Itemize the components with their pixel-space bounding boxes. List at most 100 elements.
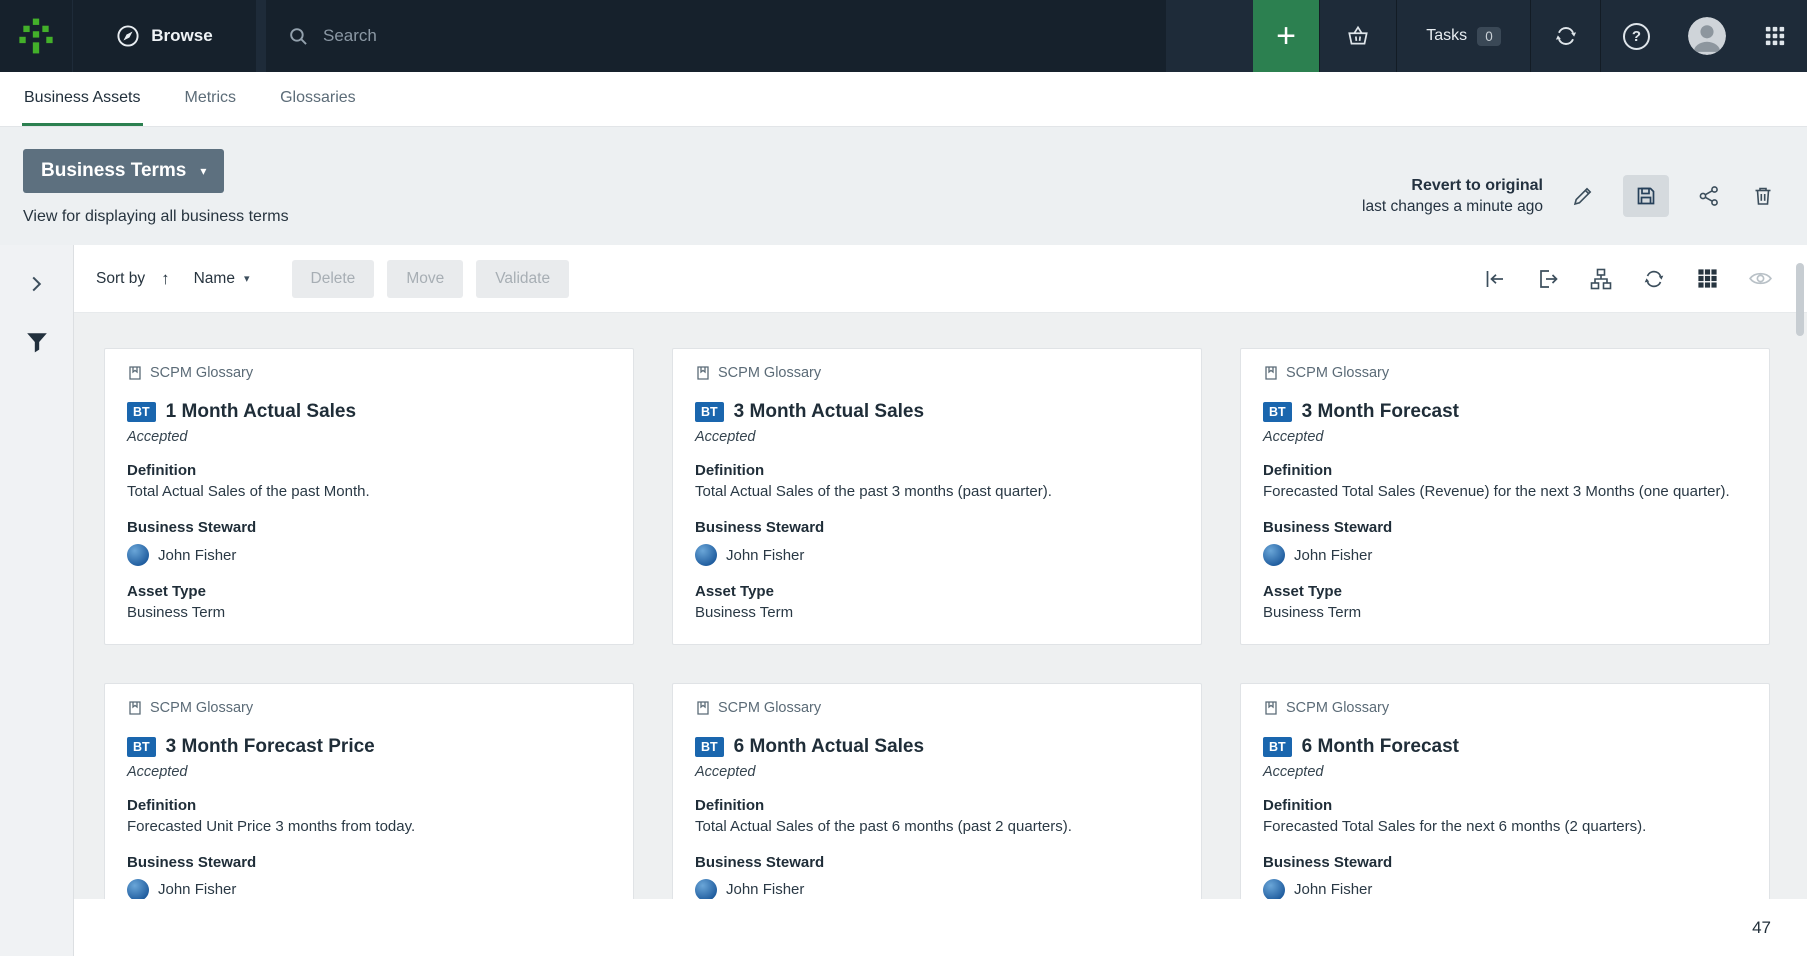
filter-button[interactable] [20,327,54,357]
definition-text: Total Actual Sales of the past Month. [127,482,611,502]
sync-button[interactable] [1530,0,1600,72]
move-button[interactable]: Move [387,260,463,298]
steward-avatar [1263,879,1285,899]
preview-button[interactable] [1747,266,1773,292]
import-button[interactable] [1482,266,1508,292]
tab-metrics[interactable]: Metrics [183,72,239,126]
revert-info[interactable]: Revert to original last changes a minute… [1362,177,1543,216]
term-name-link[interactable]: 6 Month Actual Sales [734,736,924,758]
asset-type-badge: BT [695,737,724,757]
add-button[interactable]: + [1253,0,1319,72]
app-logo[interactable] [0,0,72,72]
trash-icon [1751,184,1775,208]
steward-name-link[interactable]: John Fisher [1294,881,1372,898]
expand-sidebar-button[interactable] [20,269,54,299]
share-view-button[interactable] [1695,182,1723,210]
steward-name-link[interactable]: John Fisher [1294,547,1372,564]
term-card[interactable]: SCPM Glossary BT 3 Month Forecast Price … [104,683,634,900]
steward-avatar [695,544,717,566]
chevron-right-icon [31,275,42,293]
status-label: Accepted [127,429,611,445]
glossary-icon [127,365,143,381]
refresh-button[interactable] [1641,266,1667,292]
save-view-button[interactable] [1623,175,1669,217]
glossary-name: SCPM Glossary [1286,700,1389,716]
scrollbar[interactable] [1796,263,1804,336]
help-button[interactable]: ? [1600,0,1672,72]
term-card[interactable]: SCPM Glossary BT 1 Month Actual Sales Ac… [104,348,634,645]
tab-business-assets[interactable]: Business Assets [22,72,143,126]
card-title-row: BT 3 Month Forecast Price [127,736,611,758]
steward-avatar [695,879,717,899]
term-card[interactable]: SCPM Glossary BT 3 Month Forecast Accept… [1240,348,1770,645]
secondary-tabbar: Business Assets Metrics Glossaries [0,72,1807,127]
tree-view-button[interactable] [1588,266,1614,292]
steward-avatar [127,879,149,899]
glossary-breadcrumb[interactable]: SCPM Glossary [127,700,611,716]
glossary-breadcrumb[interactable]: SCPM Glossary [127,365,611,381]
term-name-link[interactable]: 3 Month Actual Sales [734,401,924,423]
revert-title[interactable]: Revert to original [1362,177,1543,195]
sort-by-label: Sort by [96,270,145,288]
term-card[interactable]: SCPM Glossary BT 6 Month Forecast Accept… [1240,683,1770,900]
status-label: Accepted [1263,764,1747,780]
steward-label: Business Steward [695,854,1179,871]
view-selector-button[interactable]: Business Terms ▾ [23,149,224,193]
toolbar-view-controls [1482,266,1773,292]
term-card[interactable]: SCPM Glossary BT 3 Month Actual Sales Ac… [672,348,1202,645]
glossary-breadcrumb[interactable]: SCPM Glossary [1263,700,1747,716]
apps-button[interactable] [1742,0,1807,72]
edit-view-button[interactable] [1569,182,1597,210]
glossary-breadcrumb[interactable]: SCPM Glossary [1263,365,1747,381]
definition-text: Forecasted Unit Price 3 months from toda… [127,817,611,837]
term-card[interactable]: SCPM Glossary BT 6 Month Actual Sales Ac… [672,683,1202,900]
term-name-link[interactable]: 3 Month Forecast [1302,401,1459,423]
refresh-icon [1642,267,1666,291]
asset-type-badge: BT [127,402,156,422]
glossary-name: SCPM Glossary [150,365,253,381]
basket-button[interactable] [1319,0,1396,72]
pencil-icon [1571,184,1595,208]
grid-view-icon [1696,267,1719,290]
steward-label: Business Steward [1263,854,1747,871]
steward-label: Business Steward [1263,519,1747,536]
steward-name-link[interactable]: John Fisher [726,881,804,898]
delete-button[interactable]: Delete [292,260,375,298]
export-button[interactable] [1535,266,1561,292]
term-name-link[interactable]: 1 Month Actual Sales [166,401,356,423]
delete-view-button[interactable] [1749,182,1777,210]
sort-field-dropdown[interactable]: Name ▾ [194,270,250,288]
grid-view-button[interactable] [1694,266,1720,292]
save-icon [1634,184,1658,208]
term-name-link[interactable]: 3 Month Forecast Price [166,736,375,758]
tasks-count-badge: 0 [1477,27,1501,46]
steward-name-link[interactable]: John Fisher [158,881,236,898]
definition-text: Total Actual Sales of the past 3 months … [695,482,1179,502]
validate-button[interactable]: Validate [476,260,569,298]
steward-name-link[interactable]: John Fisher [158,547,236,564]
steward-label: Business Steward [127,854,611,871]
view-header-actions: Revert to original last changes a minute… [1362,173,1777,219]
asset-type-badge: BT [1263,737,1292,757]
steward-name-link[interactable]: John Fisher [726,547,804,564]
glossary-breadcrumb[interactable]: SCPM Glossary [695,700,1179,716]
logo-icon [17,17,55,55]
definition-label: Definition [695,797,1179,814]
basket-icon [1345,23,1371,49]
tasks-button[interactable]: Tasks 0 [1396,0,1530,72]
caret-down-icon: ▾ [200,164,206,178]
tab-glossaries[interactable]: Glossaries [278,72,358,126]
share-icon [1697,184,1721,208]
search-input[interactable] [323,26,1144,46]
glossary-breadcrumb[interactable]: SCPM Glossary [695,365,1179,381]
sort-direction-button[interactable]: ↑ [161,269,170,289]
profile-button[interactable] [1672,0,1742,72]
glossary-icon [695,700,711,716]
eye-icon [1748,266,1773,291]
browse-button[interactable]: Browse [73,0,256,72]
definition-label: Definition [1263,797,1747,814]
term-name-link[interactable]: 6 Month Forecast [1302,736,1459,758]
search-bar[interactable] [266,0,1166,72]
definition-label: Definition [127,462,611,479]
steward-label: Business Steward [695,519,1179,536]
